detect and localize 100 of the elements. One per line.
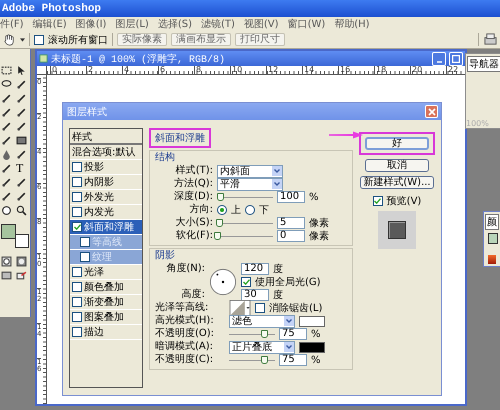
- tool-icon[interactable]: [1, 191, 12, 202]
- maximize-button[interactable]: [449, 52, 463, 66]
- checkbox[interactable]: [72, 162, 82, 172]
- dropdown[interactable]: 平滑: [217, 178, 283, 190]
- tool-icon[interactable]: [16, 205, 27, 216]
- list-item[interactable]: 颜色叠加: [70, 280, 142, 295]
- tool-icon[interactable]: [1, 205, 12, 216]
- dropdown[interactable]: 滤色: [229, 314, 295, 328]
- list-item[interactable]: 斜面和浮雕: [70, 220, 142, 235]
- slider[interactable]: [217, 193, 273, 201]
- dialog-button[interactable]: 新建样式(W)...: [360, 176, 434, 189]
- color-swatch[interactable]: [299, 316, 325, 326]
- list-item[interactable]: 光泽: [70, 265, 142, 280]
- menu-item[interactable]: 窗口(W): [288, 17, 326, 31]
- tool-icon[interactable]: [1, 65, 12, 76]
- checkbox[interactable]: [72, 207, 82, 217]
- tool-icon[interactable]: [1, 93, 12, 104]
- tool-icon[interactable]: [16, 121, 27, 132]
- list-item[interactable]: 外发光: [70, 190, 142, 205]
- dropdown[interactable]: 内斜面: [217, 164, 283, 178]
- slider-thumb[interactable]: [216, 219, 223, 227]
- checkbox[interactable]: [241, 277, 251, 287]
- checkbox[interactable]: [72, 177, 82, 187]
- slider-thumb[interactable]: [260, 356, 268, 364]
- number-field[interactable]: 0: [277, 230, 305, 242]
- menu-item[interactable]: 件(F): [0, 17, 24, 31]
- tool-icon[interactable]: [1, 121, 12, 132]
- palette-well-icon[interactable]: [483, 33, 498, 46]
- number-field[interactable]: 75: [279, 328, 307, 340]
- checkbox[interactable]: [255, 303, 265, 313]
- menu-item[interactable]: 滤镜(T): [200, 17, 235, 31]
- panel-tab[interactable]: 导航器: [467, 56, 500, 72]
- dialog-button[interactable]: 好: [365, 137, 429, 150]
- contour-picker[interactable]: [229, 300, 251, 316]
- slider-thumb[interactable]: [214, 232, 221, 240]
- menu-item[interactable]: 图像(I): [76, 17, 106, 31]
- toolbar-button[interactable]: 实际像素: [117, 33, 167, 46]
- tool-icon[interactable]: [1, 135, 12, 146]
- checkbox[interactable]: [72, 222, 82, 232]
- list-item[interactable]: 内阴影: [70, 175, 142, 190]
- angle-dial[interactable]: [209, 268, 237, 296]
- dropdown[interactable]: 正片叠底: [229, 340, 295, 354]
- caret-icon[interactable]: [20, 38, 25, 42]
- checkbox[interactable]: [72, 327, 82, 337]
- jump-icon[interactable]: [16, 270, 27, 281]
- radio-button[interactable]: [245, 205, 255, 215]
- checkbox[interactable]: [72, 312, 82, 322]
- menu-item[interactable]: 编辑(E): [32, 17, 67, 31]
- tool-icon[interactable]: [16, 93, 27, 104]
- text-tool[interactable]: T: [16, 163, 27, 174]
- color-swatch[interactable]: [488, 233, 498, 244]
- number-field[interactable]: 100: [277, 191, 305, 203]
- slider-thumb[interactable]: [216, 193, 224, 201]
- tool-icon[interactable]: [16, 135, 27, 146]
- tool-icon[interactable]: [1, 107, 12, 118]
- checkbox[interactable]: [80, 252, 90, 262]
- minimize-button[interactable]: [432, 52, 446, 66]
- checkbox[interactable]: [72, 297, 82, 307]
- menu-item[interactable]: 图层(L): [115, 17, 149, 31]
- menu-item[interactable]: 选择(S): [158, 17, 192, 31]
- quick-mask-icon[interactable]: [16, 256, 27, 267]
- toolbar-button[interactable]: 满画布显示: [171, 33, 231, 46]
- tool-icon[interactable]: [16, 149, 27, 160]
- tool-icon[interactable]: [16, 79, 27, 90]
- menu-item[interactable]: 帮助(H): [334, 17, 370, 31]
- menu-item[interactable]: 视图(V): [244, 17, 279, 31]
- tool-icon[interactable]: [16, 191, 27, 202]
- list-item[interactable]: 图案叠加: [70, 310, 142, 325]
- toolbar-button[interactable]: 打印尺寸: [235, 33, 285, 46]
- tool-icon[interactable]: [16, 107, 27, 118]
- color-swatch[interactable]: [488, 255, 496, 264]
- close-button[interactable]: [425, 105, 438, 118]
- dialog-button[interactable]: 取消: [365, 159, 429, 172]
- tool-icon[interactable]: [1, 163, 12, 174]
- hand-icon[interactable]: [3, 33, 16, 46]
- checkbox[interactable]: [72, 282, 82, 292]
- checkbox[interactable]: [34, 34, 44, 44]
- list-item[interactable]: 描边: [70, 325, 142, 340]
- tool-icon[interactable]: [16, 65, 27, 76]
- background-color-swatch[interactable]: [15, 234, 29, 248]
- list-item[interactable]: 渐变叠加: [70, 295, 142, 310]
- tool-icon[interactable]: [16, 177, 27, 188]
- foreground-color-swatch[interactable]: [1, 224, 16, 239]
- list-item[interactable]: 混合选项:默认: [70, 145, 142, 160]
- screen-mode-icon[interactable]: [1, 270, 12, 281]
- tool-icon[interactable]: [1, 177, 12, 188]
- checkbox[interactable]: [72, 267, 82, 277]
- number-field[interactable]: 30: [241, 289, 269, 301]
- number-field[interactable]: 5: [277, 217, 305, 229]
- number-field[interactable]: 120: [241, 263, 269, 275]
- slider-thumb[interactable]: [260, 330, 268, 338]
- list-item[interactable]: 投影: [70, 160, 142, 175]
- radio-button[interactable]: [217, 205, 227, 215]
- checkbox[interactable]: [80, 237, 90, 247]
- number-field[interactable]: 75: [279, 354, 307, 366]
- checkbox[interactable]: [72, 192, 82, 202]
- panel-tab[interactable]: 颜: [485, 214, 499, 230]
- color-swatch[interactable]: [299, 342, 325, 352]
- checkbox[interactable]: [372, 196, 383, 206]
- standard-mode-icon[interactable]: [1, 256, 12, 267]
